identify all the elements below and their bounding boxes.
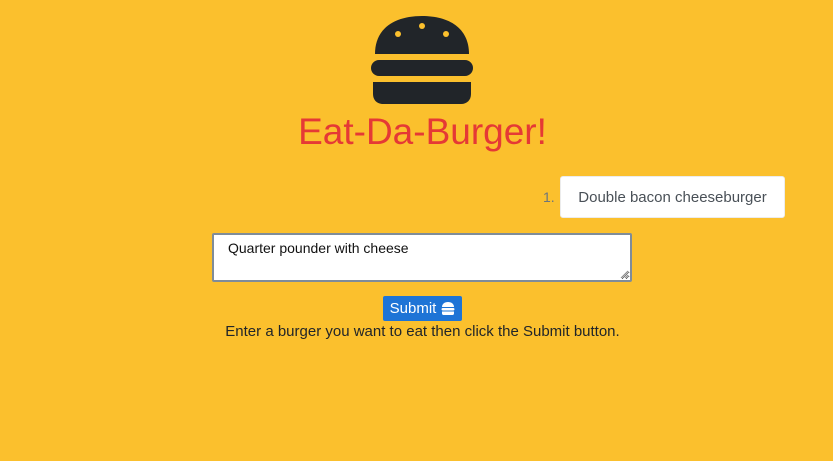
hamburger-icon [441, 302, 455, 315]
hamburger-icon [371, 16, 473, 104]
submit-button[interactable]: Submit [383, 296, 462, 321]
instructions-text: Enter a burger you want to eat then clic… [225, 323, 620, 340]
page-title: Eat-Da-Burger! [298, 111, 547, 152]
burger-card[interactable]: Double bacon cheeseburger [560, 176, 785, 218]
submit-label: Submit [389, 300, 437, 317]
list-item: 1. Double bacon cheeseburger [533, 176, 785, 218]
list-item-number: 1. [543, 189, 555, 205]
burger-list: 1. Double bacon cheeseburger [533, 176, 785, 218]
burger-input[interactable] [212, 233, 632, 282]
